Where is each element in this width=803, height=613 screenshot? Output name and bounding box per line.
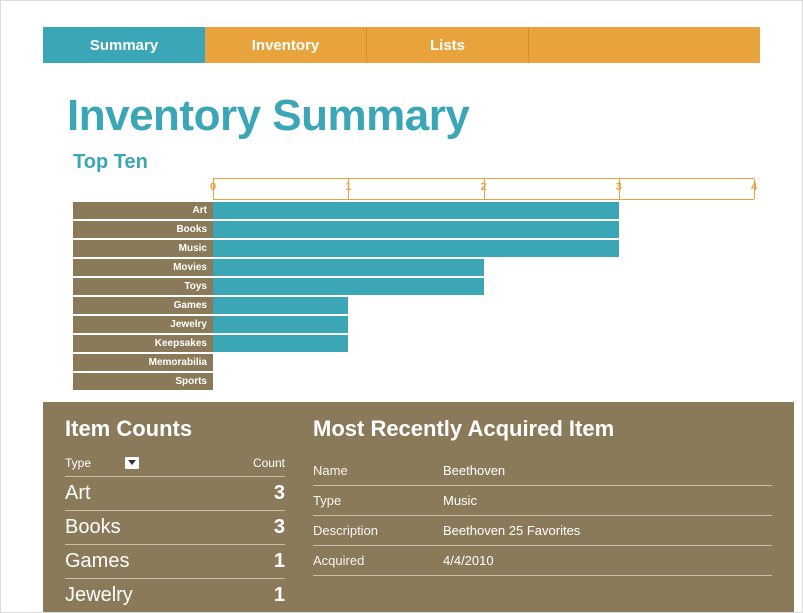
chart-tick-label: 3 — [616, 181, 622, 193]
chart-tick-label: 1 — [345, 181, 351, 193]
detail-row: DescriptionBeethoven 25 Favorites — [313, 516, 772, 546]
chart-bar-track — [213, 259, 754, 276]
top-ten-chart: 0 1 2 3 4 Art Books Music Movies Toys Games Jewelr… — [73, 178, 754, 390]
chart-bar-row: Art — [73, 202, 754, 219]
chart-bar-fill — [213, 259, 484, 276]
chart-bar-label: Toys — [73, 278, 213, 295]
count-type: Art — [65, 482, 245, 505]
chart-bar-label: Jewelry — [73, 316, 213, 333]
chart-bar-track — [213, 240, 754, 257]
detail-key: Description — [313, 523, 443, 538]
chart-tick-label: 2 — [480, 181, 486, 193]
filter-dropdown-icon[interactable] — [125, 457, 139, 469]
chart-bar-row: Movies — [73, 259, 754, 276]
chart-bar-label: Art — [73, 202, 213, 219]
counts-col-count: Count — [245, 456, 285, 470]
recent-item-section: Most Recently Acquired Item NameBeethove… — [313, 416, 772, 613]
tab-summary[interactable]: Summary — [43, 27, 205, 63]
detail-row: Acquired4/4/2010 — [313, 546, 772, 576]
detail-value: Beethoven — [443, 463, 772, 478]
page-title: Inventory Summary — [67, 91, 802, 141]
chart-bar-label: Music — [73, 240, 213, 257]
chart-bar-fill — [213, 316, 348, 333]
table-row: Art3 — [65, 477, 285, 511]
chart-bar-label: Sports — [73, 373, 213, 390]
chart-tick-label: 0 — [210, 181, 216, 193]
table-row: Jewelry1 — [65, 579, 285, 613]
chart-bar-row: Sports — [73, 373, 754, 390]
count-type: Games — [65, 550, 245, 573]
chart-bar-label: Movies — [73, 259, 213, 276]
chart-bar-track — [213, 221, 754, 238]
chart-bar-row: Books — [73, 221, 754, 238]
chart-bar-row: Jewelry — [73, 316, 754, 333]
detail-value: Music — [443, 493, 772, 508]
chart-bar-track — [213, 354, 754, 371]
chart-bar-label: Memorabilia — [73, 354, 213, 371]
chart-bar-label: Games — [73, 297, 213, 314]
chart-bar-track — [213, 373, 754, 390]
count-type: Jewelry — [65, 584, 245, 607]
chart-bars: Art Books Music Movies Toys Games Jewelry Keeps… — [73, 202, 754, 390]
counts-header: Type Count — [65, 456, 285, 477]
chart-bar-row: Memorabilia — [73, 354, 754, 371]
chart-bar-fill — [213, 278, 484, 295]
chart-bar-track — [213, 278, 754, 295]
tab-bar: Summary Inventory Lists — [43, 27, 760, 63]
chart-bar-row: Music — [73, 240, 754, 257]
counts-col-type: Type — [65, 456, 91, 470]
chart-axis: 0 1 2 3 4 — [213, 178, 754, 200]
chart-bar-row: Games — [73, 297, 754, 314]
chart-bar-track — [213, 316, 754, 333]
chart-bar-label: Books — [73, 221, 213, 238]
chart-bar-row: Toys — [73, 278, 754, 295]
chart-bar-row: Keepsakes — [73, 335, 754, 352]
chart-bar-fill — [213, 335, 348, 352]
chart-bar-fill — [213, 221, 619, 238]
chart-bar-track — [213, 335, 754, 352]
tab-spacer — [529, 27, 760, 63]
chart-bar-fill — [213, 240, 619, 257]
count-value: 1 — [245, 550, 285, 573]
detail-row: NameBeethoven — [313, 456, 772, 486]
chart-bar-track — [213, 202, 754, 219]
detail-key: Type — [313, 493, 443, 508]
chart-tick-label: 4 — [751, 181, 757, 193]
detail-row: TypeMusic — [313, 486, 772, 516]
summary-panel: Item Counts Type Count Art3Books3Games1J… — [43, 402, 794, 612]
detail-value: 4/4/2010 — [443, 553, 772, 568]
tab-lists[interactable]: Lists — [367, 27, 529, 63]
count-value: 3 — [245, 482, 285, 505]
tab-inventory[interactable]: Inventory — [205, 27, 367, 63]
detail-value: Beethoven 25 Favorites — [443, 523, 772, 538]
table-row: Games1 — [65, 545, 285, 579]
detail-key: Acquired — [313, 553, 443, 568]
count-type: Books — [65, 516, 245, 539]
recent-item-title: Most Recently Acquired Item — [313, 416, 772, 442]
chart-bar-fill — [213, 297, 348, 314]
chart-bar-track — [213, 297, 754, 314]
chart-title: Top Ten — [73, 151, 802, 174]
item-counts-section: Item Counts Type Count Art3Books3Games1J… — [65, 416, 285, 613]
chart-bar-label: Keepsakes — [73, 335, 213, 352]
count-value: 1 — [245, 584, 285, 607]
table-row: Books3 — [65, 511, 285, 545]
item-counts-title: Item Counts — [65, 416, 285, 442]
inventory-summary-page: Summary Inventory Lists Inventory Summar… — [0, 0, 803, 613]
detail-key: Name — [313, 463, 443, 478]
chart-bar-fill — [213, 202, 619, 219]
count-value: 3 — [245, 516, 285, 539]
